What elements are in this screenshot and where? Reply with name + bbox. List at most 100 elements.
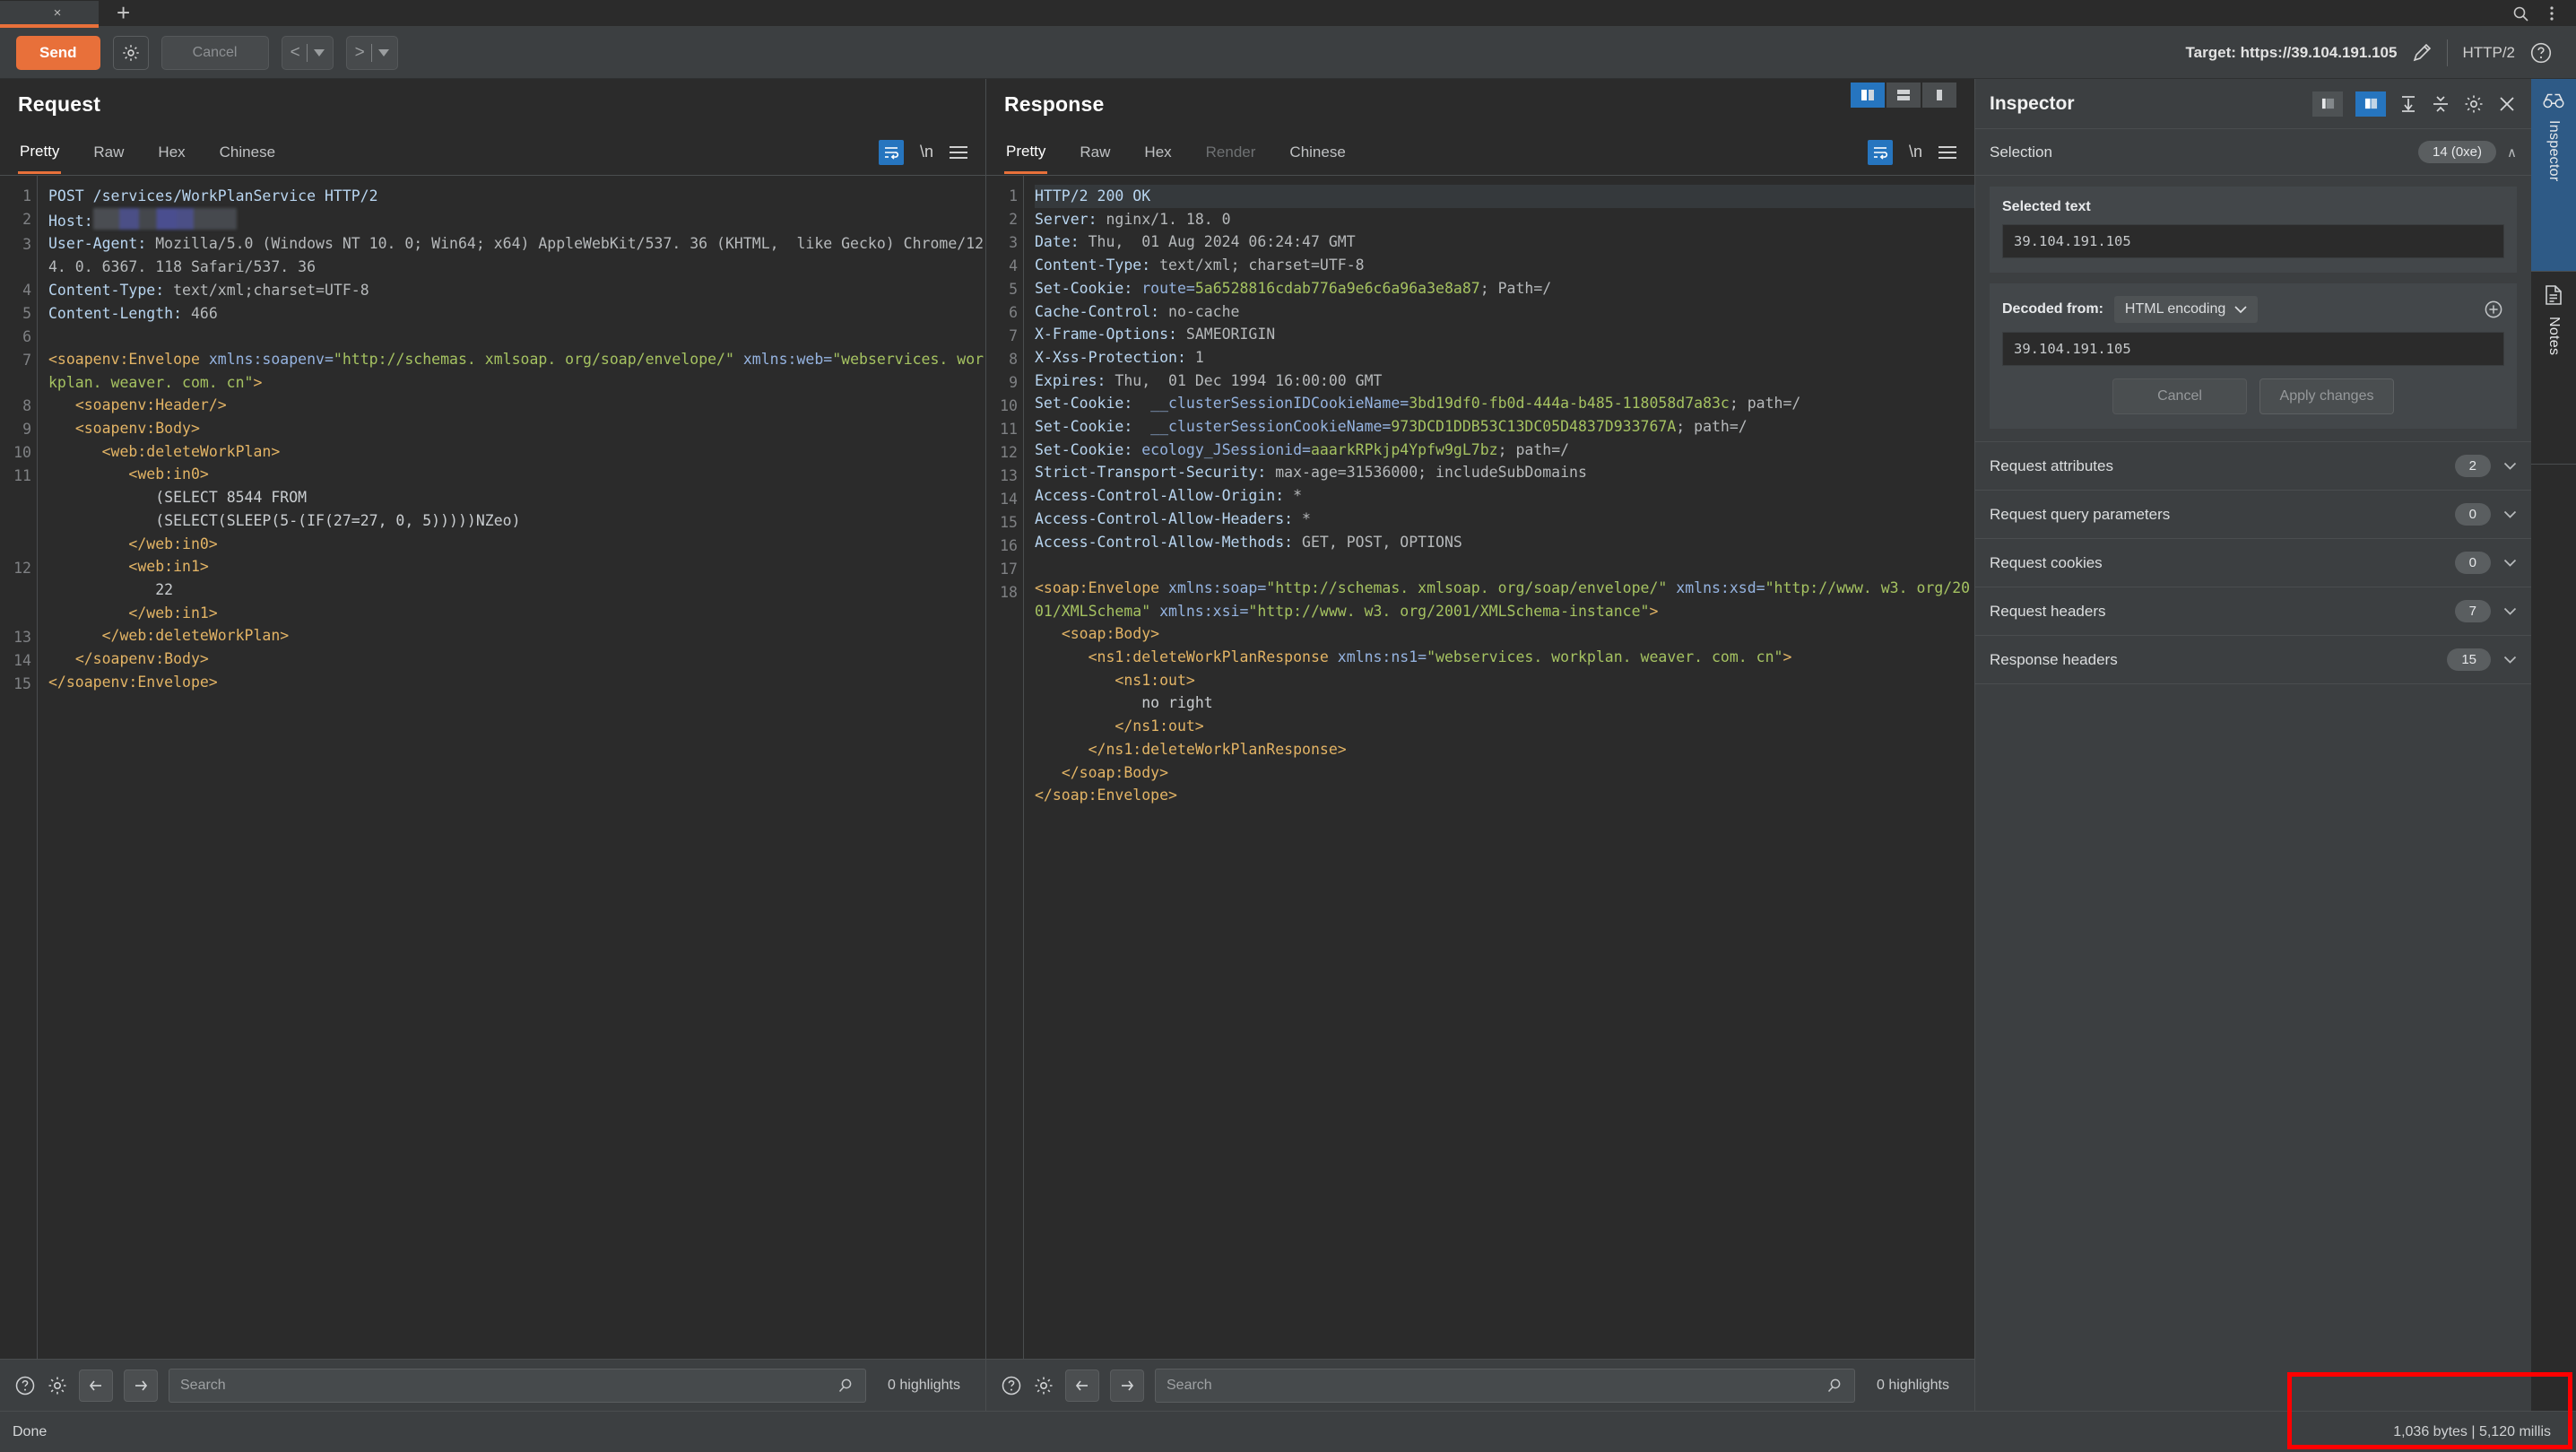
line-number: 13 bbox=[0, 626, 31, 649]
hamburger-icon[interactable] bbox=[1939, 146, 1956, 159]
code-token: : bbox=[137, 235, 155, 252]
pencil-icon[interactable] bbox=[2411, 42, 2433, 64]
decoded-value-field[interactable]: 39.104.191.105 bbox=[2002, 332, 2504, 366]
question-circle-icon[interactable] bbox=[14, 1375, 36, 1396]
tab-request-chinese[interactable]: Chinese bbox=[218, 132, 277, 172]
tab-response-hex[interactable]: Hex bbox=[1142, 132, 1173, 172]
repeater-tab-1[interactable]: × bbox=[0, 1, 99, 28]
response-search-input[interactable]: Search bbox=[1155, 1369, 1855, 1403]
next-request-button[interactable]: > bbox=[346, 36, 398, 70]
rail-tab-inspector[interactable]: Inspector bbox=[2531, 79, 2576, 272]
inspector-sections: Request attributes2Request query paramet… bbox=[1975, 441, 2531, 684]
selected-text-value[interactable]: 39.104.191.105 bbox=[2002, 224, 2504, 258]
tab-response-pretty[interactable]: Pretty bbox=[1004, 131, 1047, 174]
expand-all-icon[interactable] bbox=[2398, 94, 2418, 114]
gear-icon[interactable] bbox=[1033, 1375, 1054, 1396]
search-prev-button[interactable] bbox=[79, 1369, 113, 1402]
request-pane: Request Pretty Raw Hex Chinese \n 123456… bbox=[0, 79, 986, 1411]
split-vertical-icon[interactable] bbox=[1851, 83, 1885, 108]
code-token: Date bbox=[1035, 233, 1071, 250]
code-token: 1 bbox=[1195, 349, 1204, 366]
tab-request-pretty[interactable]: Pretty bbox=[18, 131, 61, 174]
chevron-down-icon bbox=[314, 49, 325, 57]
line-number: 14 bbox=[0, 649, 31, 673]
selection-label: Selection bbox=[1990, 143, 2052, 161]
chevron-up-icon[interactable]: ∧ bbox=[2507, 144, 2517, 161]
newline-toggle-icon[interactable]: \n bbox=[1909, 143, 1922, 161]
newline-toggle-icon[interactable]: \n bbox=[920, 143, 933, 161]
request-line-numbers: 123456789101112131415 bbox=[0, 176, 38, 1359]
inspector-section-response-headers[interactable]: Response headers15 bbox=[1975, 636, 2531, 684]
selection-section-header[interactable]: Selection 14 (0xe) ∧ bbox=[1975, 129, 2531, 176]
code-token: </ns1:deleteWorkPlanResponse> bbox=[1089, 741, 1347, 758]
status-bar: Done 1,036 bytes | 5,120 millis bbox=[0, 1411, 2576, 1452]
search-next-button[interactable] bbox=[124, 1369, 158, 1402]
gear-icon[interactable] bbox=[2463, 93, 2485, 115]
main-region: Request Pretty Raw Hex Chinese \n 123456… bbox=[0, 79, 2576, 1411]
chevron-down-icon[interactable] bbox=[2503, 655, 2517, 665]
code-token: Set-Cookie bbox=[1035, 418, 1123, 435]
overflow-menu-icon[interactable] bbox=[2549, 4, 2554, 22]
decoded-apply-button[interactable]: Apply changes bbox=[2259, 378, 2394, 414]
code-line: <web:deleteWorkPlan> bbox=[48, 440, 985, 464]
code-token: Cache-Control bbox=[1035, 303, 1150, 320]
decoded-cancel-button[interactable]: Cancel bbox=[2112, 378, 2247, 414]
question-circle-icon[interactable] bbox=[2529, 41, 2553, 65]
gear-icon[interactable] bbox=[113, 36, 149, 70]
code-token: : bbox=[84, 213, 93, 230]
code-token: __clusterSessionCookieName= bbox=[1150, 418, 1391, 435]
code-token: : bbox=[1089, 211, 1106, 228]
inspector-section-request-cookies[interactable]: Request cookies0 bbox=[1975, 539, 2531, 587]
word-wrap-icon[interactable] bbox=[879, 140, 904, 165]
search-icon bbox=[1826, 1377, 1843, 1395]
search-icon bbox=[837, 1377, 854, 1395]
tab-request-hex[interactable]: Hex bbox=[156, 132, 186, 172]
tab-request-raw[interactable]: Raw bbox=[91, 132, 126, 172]
hamburger-icon[interactable] bbox=[950, 146, 967, 159]
request-editor[interactable]: 123456789101112131415 POST /services/Wor… bbox=[0, 176, 985, 1359]
line-number: 11 bbox=[986, 418, 1018, 441]
send-button[interactable]: Send bbox=[16, 36, 100, 70]
layout-left-icon[interactable] bbox=[2312, 91, 2343, 117]
code-token: </web:deleteWorkPlan> bbox=[48, 627, 289, 644]
inspector-section-label: Request attributes bbox=[1990, 457, 2113, 475]
code-line: <web:in1> 22 </web:in1> bbox=[48, 555, 985, 624]
inspector-section-request-query-parameters[interactable]: Request query parameters0 bbox=[1975, 491, 2531, 539]
line-number: 2 bbox=[986, 208, 1018, 231]
search-icon[interactable] bbox=[2511, 4, 2529, 22]
add-tab-button[interactable]: + bbox=[117, 1, 130, 26]
right-rail: Inspector Notes bbox=[2531, 79, 2576, 1411]
inspector-section-request-attributes[interactable]: Request attributes2 bbox=[1975, 442, 2531, 491]
search-prev-button[interactable] bbox=[1065, 1369, 1099, 1402]
decoded-from-select[interactable]: HTML encoding bbox=[2114, 296, 2258, 323]
split-horizontal-icon[interactable] bbox=[1886, 83, 1921, 108]
code-line: POST /services/WorkPlanService HTTP/2 bbox=[48, 185, 985, 208]
target-label: Target: https://39.104.191.105 bbox=[2186, 44, 2398, 62]
request-tabs: Pretty Raw Hex Chinese \n bbox=[0, 129, 985, 176]
search-next-button[interactable] bbox=[1110, 1369, 1144, 1402]
chevron-down-icon[interactable] bbox=[2503, 509, 2517, 519]
response-editor[interactable]: 123456789101112131415161718 HTTP/2 200 O… bbox=[986, 176, 1974, 1359]
request-code[interactable]: POST /services/WorkPlanService HTTP/2Hos… bbox=[38, 176, 985, 1359]
word-wrap-icon[interactable] bbox=[1868, 140, 1893, 165]
gear-icon[interactable] bbox=[47, 1375, 68, 1396]
inspector-section-request-headers[interactable]: Request headers7 bbox=[1975, 587, 2531, 636]
close-icon[interactable] bbox=[2497, 94, 2517, 114]
tab-response-raw[interactable]: Raw bbox=[1078, 132, 1112, 172]
close-icon[interactable]: × bbox=[54, 5, 62, 21]
request-search-input[interactable]: Search bbox=[169, 1369, 866, 1403]
single-pane-icon[interactable] bbox=[1922, 83, 1956, 108]
collapse-all-icon[interactable] bbox=[2431, 94, 2450, 114]
plus-circle-icon[interactable] bbox=[2483, 299, 2504, 320]
inspector-section-label: Response headers bbox=[1990, 651, 2118, 669]
question-circle-icon[interactable] bbox=[1001, 1375, 1022, 1396]
chevron-down-icon[interactable] bbox=[2503, 558, 2517, 568]
chevron-down-icon[interactable] bbox=[2503, 606, 2517, 616]
chevron-down-icon[interactable] bbox=[2503, 461, 2517, 471]
layout-right-icon[interactable] bbox=[2355, 91, 2386, 117]
prev-request-button[interactable]: < bbox=[282, 36, 334, 70]
tab-response-chinese[interactable]: Chinese bbox=[1288, 132, 1347, 172]
cancel-button[interactable]: Cancel bbox=[161, 36, 269, 70]
rail-tab-notes[interactable]: Notes bbox=[2531, 272, 2576, 465]
response-code[interactable]: HTTP/2 200 OKServer: nginx/1. 18. 0Date:… bbox=[1024, 176, 1974, 1359]
